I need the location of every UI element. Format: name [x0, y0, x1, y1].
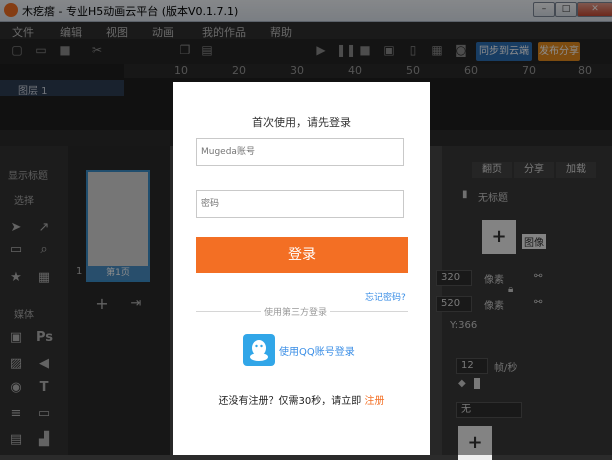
third-party-login-label: 使用第三方登录	[261, 305, 331, 318]
dialog-title: 首次使用，请先登录	[252, 116, 351, 129]
login-dialog: 首次使用，请先登录 登录 忘记密码? 使用第三方登录 使用QQ账号登录 还没有注…	[173, 82, 430, 455]
password-input[interactable]	[196, 190, 404, 218]
register-link[interactable]: 注册	[364, 396, 384, 407]
login-button[interactable]: 登录	[196, 237, 408, 273]
register-prompt: 还没有注册？仅需30秒，请立即 注册	[173, 392, 430, 407]
qq-icon[interactable]	[243, 334, 275, 366]
register-prompt-text: 还没有注册？仅需30秒，请立即	[218, 396, 365, 407]
account-input[interactable]	[196, 138, 404, 166]
qq-login-link[interactable]: 使用QQ账号登录	[279, 343, 355, 358]
forgot-password-link[interactable]: 忘记密码?	[365, 290, 406, 303]
